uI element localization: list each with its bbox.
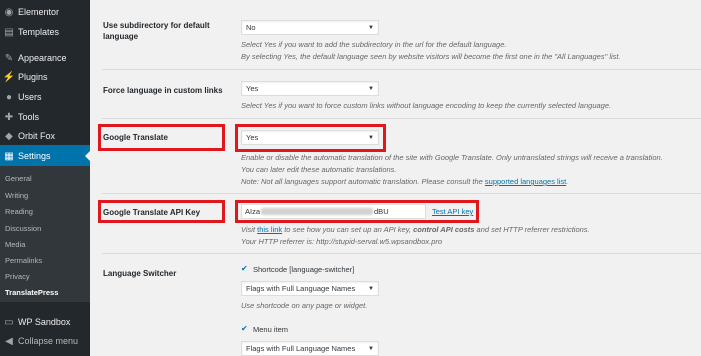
separator — [102, 193, 701, 194]
google-translate-select[interactable]: Yes ▼ — [241, 130, 379, 145]
submenu-item-reading[interactable]: Reading — [5, 207, 33, 216]
force-language-label: Force language in custom links — [103, 86, 223, 95]
menu-item-orbit-fox[interactable]: ◆ Orbit Fox — [0, 125, 90, 147]
google-translate-desc-3: Note: Not all languages support automati… — [241, 177, 569, 186]
menu-item-elementor[interactable]: ◉ Elementor — [0, 1, 90, 23]
submenu-item-translatepress[interactable]: TranslatePress — [5, 288, 58, 297]
menu-item-style-select[interactable]: Flags with Full Language Names ▼ — [241, 341, 379, 356]
chevron-down-icon: ▼ — [368, 25, 374, 31]
menu-item-templates[interactable]: ▤ Templates — [0, 21, 90, 43]
fox-icon: ◆ — [5, 130, 13, 142]
redacted-key — [261, 208, 374, 215]
google-translate-label: Google Translate — [103, 133, 168, 142]
chevron-down-icon: ▼ — [368, 286, 374, 292]
paintbrush-icon: ✎ — [4, 52, 14, 64]
shortcode-checkbox[interactable]: ✔ — [241, 264, 248, 273]
submenu-item-writing[interactable]: Writing — [5, 191, 28, 200]
subdirectory-desc-1: Select Yes if you want to add the subdir… — [241, 40, 507, 49]
menu-item-checkbox[interactable]: ✔ — [241, 324, 248, 333]
settings-submenu: General Writing Reading Discussion Media… — [0, 166, 90, 302]
subdirectory-label: Use subdirectory for default language — [103, 21, 210, 41]
chevron-down-icon: ▼ — [368, 346, 374, 352]
users-icon: ● — [5, 91, 13, 103]
api-key-setup-link[interactable]: this link — [257, 225, 282, 234]
google-translate-desc-2: You can later edit these automatic trans… — [241, 165, 397, 174]
wrench-icon: ✚ — [4, 111, 14, 123]
submenu-item-privacy[interactable]: Privacy — [5, 272, 30, 281]
api-key-label: Google Translate API Key — [103, 208, 201, 217]
collapse-menu-button[interactable]: ◀ Collapse menu — [0, 330, 90, 352]
shortcode-checkbox-label: Shortcode [language-switcher] — [253, 265, 355, 274]
menu-item-plugins[interactable]: ⚡ Plugins — [0, 66, 90, 88]
language-switcher-label: Language Switcher — [103, 269, 177, 278]
submenu-item-general[interactable]: General — [5, 174, 32, 183]
separator — [102, 118, 701, 119]
subdirectory-desc-2: By selecting Yes, the default language s… — [241, 52, 621, 61]
force-language-desc: Select Yes if you want to force custom l… — [241, 101, 612, 110]
menu-item-checkbox-label: Menu item — [253, 325, 289, 334]
chevron-down-icon: ▼ — [368, 86, 374, 92]
settings-icon: ▦ — [4, 150, 14, 162]
shortcode-style-select[interactable]: Flags with Full Language Names ▼ — [241, 281, 379, 296]
admin-sidebar: ◉ Elementor ▤ Templates ✎ Appearance ⚡ P… — [0, 0, 90, 356]
separator — [102, 69, 701, 70]
menu-item-users[interactable]: ● Users — [0, 86, 90, 108]
api-key-desc-1: Visit this link to see how you can set u… — [241, 225, 590, 234]
collapse-icon: ◀ — [5, 335, 13, 347]
submenu-item-media[interactable]: Media — [5, 240, 25, 249]
force-language-select[interactable]: Yes ▼ — [241, 81, 379, 96]
api-key-desc-2: Your HTTP referrer is: http://stupid-ser… — [241, 237, 443, 246]
plug-icon: ⚡ — [2, 71, 16, 83]
chevron-down-icon: ▼ — [368, 135, 374, 141]
google-translate-desc-1: Enable or disable the automatic translat… — [241, 153, 663, 162]
sandbox-icon: ▭ — [4, 316, 14, 328]
submenu-item-permalinks[interactable]: Permalinks — [5, 256, 42, 265]
separator — [102, 253, 701, 254]
test-api-key-link[interactable]: Test API key — [432, 207, 473, 216]
menu-item-settings[interactable]: ▦ Settings — [0, 145, 90, 167]
api-key-input[interactable]: AIza dBU — [241, 204, 426, 219]
elementor-icon: ◉ — [4, 6, 14, 18]
shortcode-desc: Use shortcode on any page or widget. — [241, 301, 368, 310]
folder-icon: ▤ — [4, 26, 14, 38]
subdirectory-select[interactable]: No ▼ — [241, 20, 379, 35]
supported-languages-link[interactable]: supported languages list — [485, 177, 566, 186]
settings-content: Use subdirectory for default language No… — [90, 0, 701, 356]
submenu-item-discussion[interactable]: Discussion — [5, 224, 41, 233]
